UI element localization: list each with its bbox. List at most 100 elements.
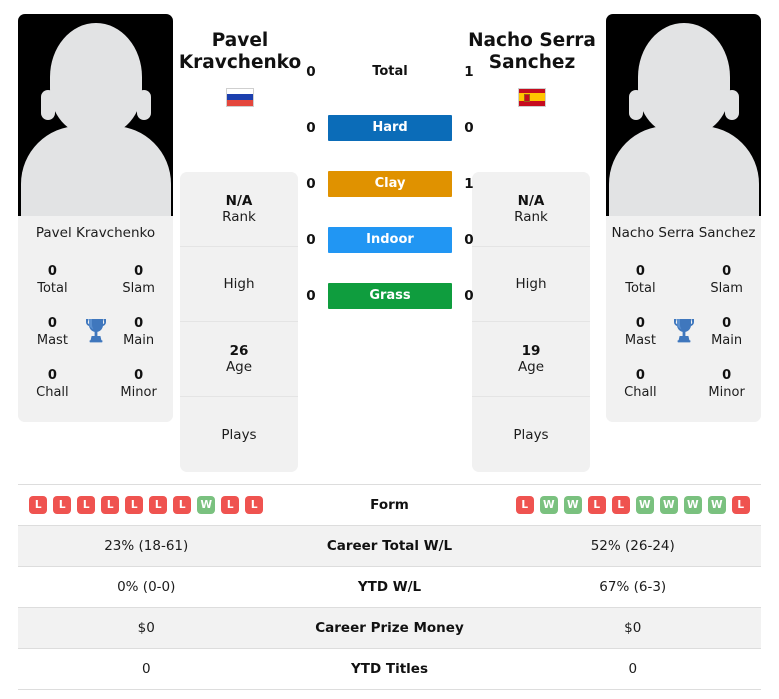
player-card-right[interactable]: Nacho Serra Sanchez 0 Total 0 Slam 0 Mas… bbox=[606, 14, 761, 422]
titles-minor-left: 0 Minor bbox=[110, 367, 167, 401]
h2h-surface-label-grass[interactable]: Grass bbox=[328, 283, 452, 309]
stats-row: 23% (18-61) Career Total W/L 52% (26-24) bbox=[18, 526, 761, 567]
h2h-row-indoor: 0 Indoor 0 bbox=[300, 226, 480, 254]
h2h-right-score-grass: 0 bbox=[464, 288, 474, 304]
silhouette-ear-left-icon bbox=[628, 90, 643, 120]
player-first-name-right: Nacho Serra bbox=[468, 30, 596, 51]
h2h-row-grass: 0 Grass 0 bbox=[300, 282, 480, 310]
player-name-header-left: Pavel Kravchenko bbox=[170, 30, 310, 107]
titles-main-label-left: Main bbox=[123, 333, 155, 348]
titles-main-right: 0 Main bbox=[698, 315, 755, 349]
form-badge-win: W bbox=[635, 496, 654, 514]
stats-row-label: Form bbox=[370, 497, 409, 513]
info-plays-label-left: Plays bbox=[221, 426, 257, 443]
spain-flag-icon bbox=[518, 87, 546, 107]
titles-mast-value-left: 0 bbox=[47, 315, 57, 331]
stats-value-right: 67% (6-3) bbox=[599, 579, 667, 595]
form-badge-loss: L bbox=[611, 496, 630, 514]
silhouette-ear-right-icon bbox=[136, 90, 151, 120]
player-card-name-right: Nacho Serra Sanchez bbox=[606, 216, 761, 250]
form-badge-loss: L bbox=[731, 496, 750, 514]
titles-mast-label-left: Mast bbox=[36, 333, 68, 348]
h2h-row-clay: 0 Clay 1 bbox=[300, 170, 480, 198]
info-rank-label-right: Rank bbox=[514, 209, 548, 225]
titles-total-right: 0 Total bbox=[612, 263, 669, 297]
player-info-panel-right: N/A Rank High 19 Age Plays bbox=[472, 172, 590, 472]
titles-slam-label-left: Slam bbox=[122, 281, 155, 296]
h2h-surface-label-indoor[interactable]: Indoor bbox=[328, 227, 452, 253]
titles-mast-label-right: Mast bbox=[624, 333, 656, 348]
titles-chall-left: 0 Chall bbox=[24, 367, 81, 401]
player-info-panel-left: N/A Rank High 26 Age Plays bbox=[180, 172, 298, 472]
trophy-icon bbox=[669, 317, 698, 347]
titles-main-value-right: 0 bbox=[722, 315, 732, 331]
form-badge-loss: L bbox=[221, 496, 240, 514]
player-last-name-left: Kravchenko bbox=[178, 51, 302, 73]
titles-main-value-left: 0 bbox=[134, 315, 144, 331]
info-rank-label-left: Rank bbox=[222, 209, 256, 225]
titles-chall-label-right: Chall bbox=[624, 385, 657, 400]
player-card-left[interactable]: Pavel Kravchenko 0 Total 0 Slam 0 Mast 0… bbox=[18, 14, 173, 422]
titles-slam-value-right: 0 bbox=[722, 263, 732, 279]
form-badge-win: W bbox=[707, 496, 726, 514]
form-badge-loss: L bbox=[149, 496, 168, 514]
h2h-right-score-indoor: 0 bbox=[464, 232, 474, 248]
h2h-surface-label-hard[interactable]: Hard bbox=[328, 115, 452, 141]
player-last-name-right: Sanchez bbox=[488, 51, 576, 73]
titles-row-mast-main-left: 0 Mast 0 Main bbox=[18, 306, 173, 358]
info-rank-left: N/A Rank bbox=[180, 172, 298, 247]
h2h-left-score-indoor: 0 bbox=[306, 232, 316, 248]
stats-value-right: $0 bbox=[624, 620, 642, 636]
h2h-left-score-clay: 0 bbox=[306, 176, 316, 192]
silhouette-body-icon bbox=[20, 126, 171, 216]
stats-row-label: YTD Titles bbox=[351, 661, 428, 677]
player-photo-right bbox=[606, 14, 761, 216]
titles-total-label-left: Total bbox=[37, 281, 68, 296]
player-comparison-page: Pavel Kravchenko 0 Total 0 Slam 0 Mast 0… bbox=[0, 0, 779, 699]
titles-mast-left: 0 Mast bbox=[24, 315, 81, 349]
titles-chall-value-right: 0 bbox=[635, 367, 645, 383]
stats-value-right: 0 bbox=[628, 661, 638, 677]
form-badge-loss: L bbox=[587, 496, 606, 514]
titles-total-value-left: 0 bbox=[47, 263, 57, 279]
info-age-value-right: 19 bbox=[521, 343, 541, 359]
titles-row-total-slam-right: 0 Total 0 Slam bbox=[606, 254, 761, 306]
stats-row: L L L L L L L W L L Form L W W L L W W W W L bbox=[18, 485, 761, 526]
info-age-left: 26 Age bbox=[180, 322, 298, 397]
info-age-label-left: Age bbox=[225, 359, 253, 375]
titles-slam-left: 0 Slam bbox=[110, 263, 167, 297]
h2h-surface-label-clay[interactable]: Clay bbox=[328, 171, 452, 197]
form-badge-win: W bbox=[197, 496, 216, 514]
h2h-left-score-grass: 0 bbox=[306, 288, 316, 304]
titles-row-mast-main-right: 0 Mast 0 Main bbox=[606, 306, 761, 358]
titles-slam-right: 0 Slam bbox=[698, 263, 755, 297]
titles-total-left: 0 Total bbox=[24, 263, 81, 297]
info-age-value-left: 26 bbox=[229, 343, 249, 359]
form-badge-loss: L bbox=[125, 496, 144, 514]
stats-row-label: Career Prize Money bbox=[315, 620, 464, 636]
info-rank-right: N/A Rank bbox=[472, 172, 590, 247]
h2h-left-score-hard: 0 bbox=[306, 120, 316, 136]
silhouette-body-icon bbox=[608, 126, 759, 216]
comparison-stats-table: L L L L L L L W L L Form L W W L L W W W W L 23% (18-61) Caree… bbox=[18, 484, 761, 690]
titles-slam-label-right: Slam bbox=[710, 281, 743, 296]
titles-mast-right: 0 Mast bbox=[612, 315, 669, 349]
titles-block-left: 0 Total 0 Slam 0 Mast 0 Main 0 Chall 0 M… bbox=[18, 250, 173, 422]
stats-row-label: Career Total W/L bbox=[326, 538, 453, 554]
titles-row-chall-minor-right: 0 Chall 0 Minor bbox=[606, 358, 761, 410]
h2h-row-hard: 0 Hard 0 bbox=[300, 114, 480, 142]
player-first-name-left: Pavel bbox=[211, 30, 269, 51]
info-plays-left: Plays bbox=[180, 397, 298, 472]
info-high-left: High bbox=[180, 247, 298, 322]
player-photo-left bbox=[18, 14, 173, 216]
h2h-right-score-clay: 1 bbox=[464, 176, 474, 192]
titles-minor-right: 0 Minor bbox=[698, 367, 755, 401]
info-age-right: 19 Age bbox=[472, 322, 590, 397]
stats-value-left: 0 bbox=[141, 661, 151, 677]
form-badge-win: W bbox=[659, 496, 678, 514]
titles-row-total-slam-left: 0 Total 0 Slam bbox=[18, 254, 173, 306]
form-badge-win: W bbox=[563, 496, 582, 514]
form-strip-right: LWWLLWWWWL bbox=[505, 496, 762, 514]
h2h-surface-label-total[interactable]: Total bbox=[328, 59, 452, 85]
silhouette-ear-right-icon bbox=[724, 90, 739, 120]
